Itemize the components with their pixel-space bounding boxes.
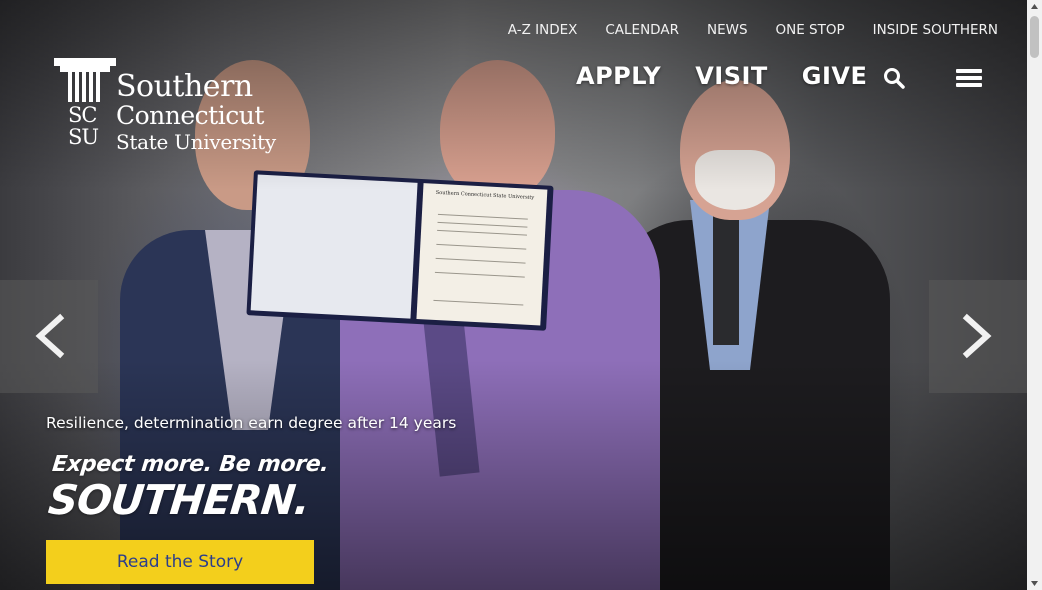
utility-link-one-stop[interactable]: ONE STOP <box>776 22 845 38</box>
tagline-line-2: SOUTHERN. <box>46 476 312 524</box>
logo-monogram-top: SC <box>68 103 97 127</box>
nav-give[interactable]: GIVE <box>802 62 868 90</box>
tagline-line-1: Expect more. Be more. <box>51 452 330 477</box>
hero-tagline: Expect more. Be more. SOUTHERN. <box>46 452 330 524</box>
diploma-signature-line <box>433 299 524 306</box>
diploma-text-line <box>437 229 528 236</box>
column-shaft <box>68 72 102 102</box>
carousel-prev-button[interactable] <box>0 280 98 393</box>
logo-line-state-university: State University <box>116 130 276 154</box>
scsu-logo[interactable]: SC SU Southern Connecticut State Univers… <box>54 58 284 164</box>
logo-line-southern: Southern <box>116 69 253 104</box>
diploma-text-line <box>436 243 527 250</box>
column-logo-icon: SC SU <box>54 58 116 158</box>
scroll-down-button[interactable] <box>1027 575 1042 590</box>
utility-nav: A-Z INDEX CALENDAR NEWS ONE STOP INSIDE … <box>480 22 998 38</box>
utility-link-calendar[interactable]: CALENDAR <box>605 22 679 38</box>
chevron-left-icon <box>35 313 65 359</box>
menu-button[interactable] <box>956 66 984 90</box>
hamburger-menu-icon <box>956 76 982 80</box>
main-nav: APPLY VISIT GIVE <box>576 62 901 90</box>
read-the-story-button[interactable]: Read the Story <box>46 540 314 584</box>
logo-monogram: SC SU <box>68 103 99 149</box>
scrollbar-thumb[interactable] <box>1030 16 1039 58</box>
page-scrollbar[interactable] <box>1027 0 1042 590</box>
logo-monogram-bottom: SU <box>68 125 99 149</box>
logo-line-connecticut: Connecticut <box>116 101 264 130</box>
diploma-cover-page <box>250 174 418 319</box>
diploma-page: Southern Connecticut State University <box>416 183 548 326</box>
triangle-up-icon <box>1031 4 1038 9</box>
utility-link-az-index[interactable]: A-Z INDEX <box>508 22 578 38</box>
hero-caption: Resilience, determination earn degree af… <box>46 414 457 432</box>
utility-link-news[interactable]: NEWS <box>707 22 748 38</box>
search-icon <box>884 68 905 89</box>
diploma: Southern Connecticut State University <box>246 170 554 331</box>
column-capital <box>54 58 116 66</box>
chevron-right-icon <box>962 313 992 359</box>
logo-wordmark: Southern Connecticut State University <box>116 69 276 155</box>
nav-apply[interactable]: APPLY <box>576 62 661 90</box>
triangle-down-icon <box>1031 581 1038 586</box>
diploma-text-line <box>437 213 528 220</box>
diploma-text-line <box>437 221 528 228</box>
diploma-text-line <box>434 271 525 278</box>
nav-visit[interactable]: VISIT <box>695 62 768 90</box>
carousel-next-button[interactable] <box>929 280 1027 393</box>
diploma-text-line <box>435 257 526 264</box>
diploma-title: Southern Connecticut State University <box>435 189 535 201</box>
search-button[interactable] <box>882 66 906 90</box>
person-right-tie <box>713 215 739 345</box>
hamburger-menu-icon <box>956 83 982 87</box>
hamburger-menu-icon <box>956 69 982 73</box>
utility-link-inside-southern[interactable]: INSIDE SOUTHERN <box>873 22 998 38</box>
scroll-up-button[interactable] <box>1027 0 1042 15</box>
